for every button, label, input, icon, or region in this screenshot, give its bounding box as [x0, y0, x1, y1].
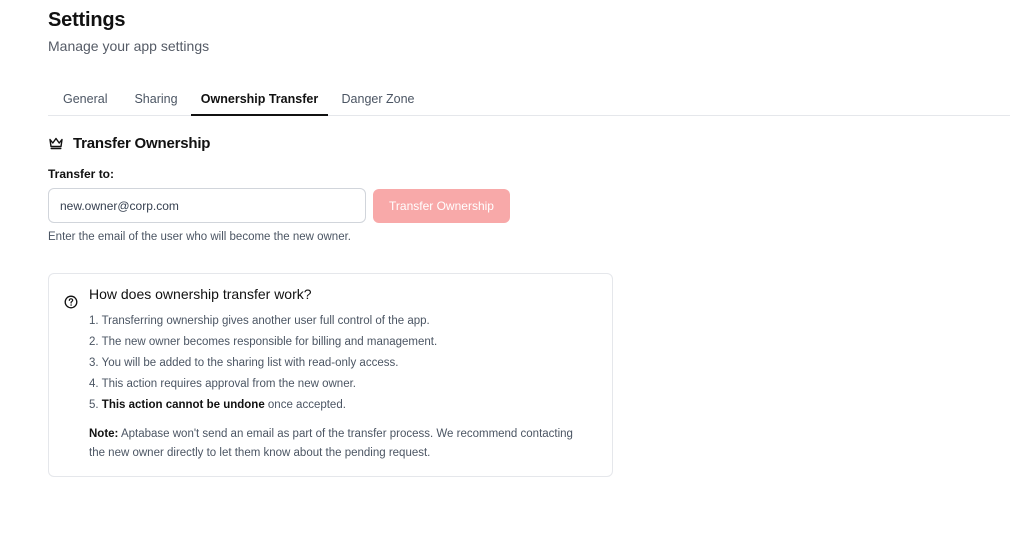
list-item-prefix: 5. — [89, 399, 102, 411]
tab-danger-zone[interactable]: Danger Zone — [340, 84, 416, 114]
section-heading: Transfer Ownership — [73, 134, 211, 152]
section-title: Transfer Ownership — [48, 133, 210, 153]
transfer-to-label: Transfer to: — [48, 167, 115, 181]
list-item: 5. This action cannot be undone once acc… — [89, 395, 437, 416]
list-item: 4. This action requires approval from th… — [89, 378, 356, 390]
list-item: 3. You will be added to the sharing list… — [89, 357, 399, 369]
page-subtitle: Manage your app settings — [48, 38, 210, 54]
info-heading: How does ownership transfer work? — [89, 286, 312, 302]
email-help-text: Enter the email of the user who will bec… — [48, 231, 351, 243]
info-note: Note: Aptabase won't send an email as pa… — [89, 425, 589, 463]
page-title: Settings — [48, 9, 126, 31]
info-list: 1. Transferring ownership gives another … — [89, 311, 437, 416]
tab-ownership-transfer[interactable]: Ownership Transfer — [191, 84, 328, 116]
transfer-ownership-button[interactable]: Transfer Ownership — [373, 189, 510, 223]
tab-sharing[interactable]: Sharing — [134, 84, 178, 114]
list-item-emphasis: This action cannot be undone — [101, 399, 265, 411]
settings-page: Settings Manage your app settings Genera… — [0, 0, 1024, 534]
info-box: How does ownership transfer work? 1. Tra… — [48, 273, 613, 477]
tab-general[interactable]: General — [63, 84, 107, 114]
note-label: Note: — [89, 428, 119, 440]
crown-icon — [48, 135, 64, 151]
help-circle-icon — [64, 295, 78, 309]
settings-tabs: General Sharing Ownership Transfer Dange… — [48, 84, 1010, 116]
list-item: 1. Transferring ownership gives another … — [89, 315, 430, 327]
list-item-suffix: once accepted. — [264, 399, 346, 411]
note-text: Aptabase won't send an email as part of … — [89, 428, 573, 459]
list-item: 2. The new owner becomes responsible for… — [89, 336, 438, 348]
email-input[interactable] — [48, 188, 366, 223]
